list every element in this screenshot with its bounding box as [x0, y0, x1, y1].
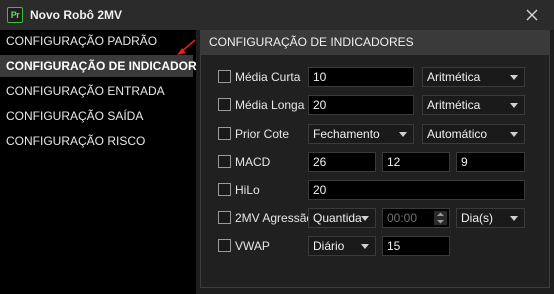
panel-title: CONFIGURAÇÃO DE INDICADORES [200, 30, 550, 54]
window-title: Novo Robô 2MV [30, 8, 122, 22]
chevron-down-icon [399, 132, 407, 137]
row-prior-cote: Prior Cote Fechamento Automático [201, 124, 551, 144]
sidebar-item-configuracao-de-indicadores[interactable]: CONFIGURAÇÃO DE INDICADORES [0, 55, 213, 77]
vwap-period-dropdown[interactable]: Diário [308, 236, 376, 256]
row-hilo: HiLo 20 [201, 180, 551, 200]
main-panel: CONFIGURAÇÃO DE INDICADORES Média Curta … [196, 30, 554, 294]
media-longa-checkbox[interactable] [218, 98, 231, 111]
spin-arrows-icon[interactable] [434, 211, 447, 225]
title-bar: Pr Novo Robô 2MV [0, 0, 554, 30]
chevron-down-icon [510, 103, 518, 108]
macd-fast-input[interactable]: 12 [382, 152, 450, 172]
media-curta-period-input[interactable]: 10 [308, 67, 414, 87]
macd-label: MACD [235, 155, 271, 169]
prior-cote-checkbox[interactable] [218, 127, 231, 140]
chevron-down-icon [510, 75, 518, 80]
app-icon-text: Pr [10, 10, 20, 20]
row-macd: MACD 26 12 9 [201, 152, 551, 172]
vwap-checkbox[interactable] [218, 239, 231, 252]
agressao-label: 2MV Agressão [235, 211, 314, 225]
media-curta-checkbox[interactable] [218, 70, 231, 83]
media-longa-label: Média Longa [235, 98, 305, 112]
hilo-period-input[interactable]: 20 [308, 180, 525, 200]
agressao-checkbox[interactable] [218, 211, 231, 224]
sidebar-item-configuracao-saida[interactable]: CONFIGURAÇÃO SAÍDA [0, 105, 193, 127]
close-icon [526, 9, 538, 21]
chevron-down-icon [361, 216, 369, 221]
hilo-label: HiLo [235, 183, 260, 197]
agressao-time-input[interactable]: 00:00 [382, 208, 450, 228]
media-longa-period-input[interactable]: 20 [308, 95, 414, 115]
media-longa-type-dropdown[interactable]: Aritmética [422, 95, 525, 115]
agressao-time-value: 00:00 [387, 211, 418, 225]
macd-checkbox[interactable] [218, 155, 231, 168]
prior-cote-price-dropdown[interactable]: Fechamento [308, 124, 414, 144]
sidebar-item-configuracao-padrao[interactable]: CONFIGURAÇÃO PADRÃO [0, 30, 193, 52]
sidebar-item-configuracao-risco[interactable]: CONFIGURAÇÃO RISCO [0, 130, 193, 152]
row-media-curta: Média Curta 10 Aritmética [201, 67, 551, 87]
row-media-longa: Média Longa 20 Aritmética [201, 95, 551, 115]
media-curta-type-dropdown[interactable]: Aritmética [422, 67, 525, 87]
chevron-down-icon [361, 244, 369, 249]
sidebar-item-configuracao-entrada[interactable]: CONFIGURAÇÃO ENTRADA [0, 80, 193, 102]
prior-cote-label: Prior Cote [235, 127, 290, 141]
row-2mv-agressao: 2MV Agressão Quantida 00:00 Dia(s) [201, 208, 551, 228]
agressao-unit-dropdown[interactable]: Dia(s) [456, 208, 525, 228]
prior-cote-price-value: Fechamento [313, 127, 380, 141]
app-icon: Pr [7, 7, 23, 23]
macd-slow-input[interactable]: 26 [308, 152, 376, 172]
chevron-down-icon [510, 216, 518, 221]
vwap-label: VWAP [235, 239, 270, 253]
prior-cote-mode-dropdown[interactable]: Automático [422, 124, 525, 144]
hilo-checkbox[interactable] [218, 183, 231, 196]
indicators-group: Média Curta 10 Aritmética Média Longa 20… [200, 54, 550, 288]
close-button[interactable] [524, 7, 540, 23]
red-arrow-icon [177, 39, 196, 55]
chevron-down-icon [510, 132, 518, 137]
macd-signal-input[interactable]: 9 [456, 152, 525, 172]
media-curta-label: Média Curta [235, 70, 301, 84]
vwap-value-input[interactable]: 15 [382, 236, 450, 256]
sidebar: CONFIGURAÇÃO PADRÃO CONFIGURAÇÃO DE INDI… [0, 30, 213, 294]
row-vwap: VWAP Diário 15 [201, 236, 551, 256]
agressao-mode-dropdown[interactable]: Quantida [308, 208, 376, 228]
